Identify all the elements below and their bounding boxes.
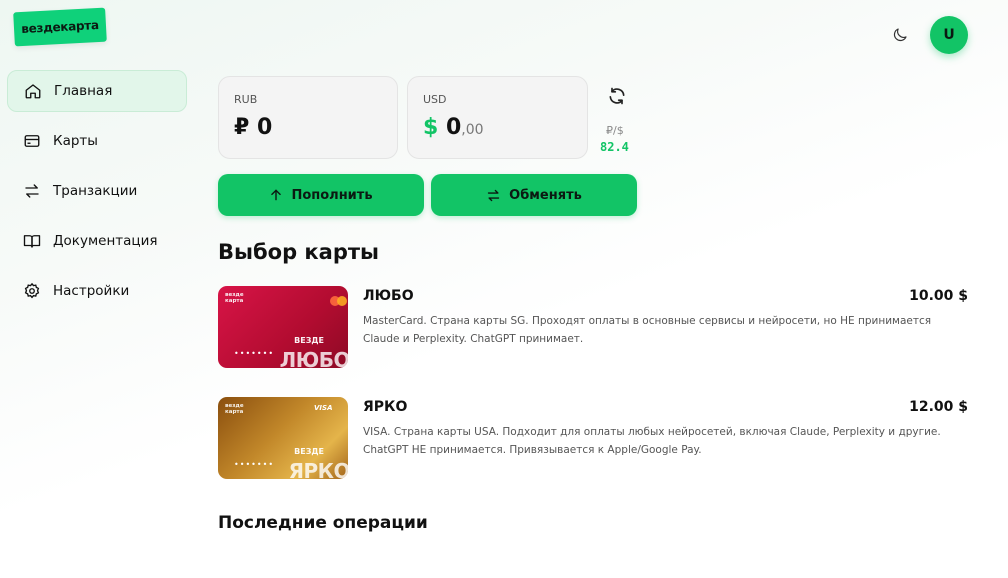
moon-icon[interactable] [890,25,910,45]
home-icon [25,84,41,99]
rub-balance-card: RUB ₽ 0 [218,76,398,159]
exchange-button[interactable]: Обменять [431,174,637,216]
card-description: VISA. Страна карты USA. Подходит для опл… [363,426,941,456]
avatar[interactable]: U [930,16,968,54]
sidebar-item-settings[interactable]: Настройки [7,270,187,312]
arrow-up-icon [271,189,282,201]
brand-logo[interactable]: вездекарта [13,7,107,47]
card-brand-small: везде карта [225,403,244,415]
mastercard-icon [328,293,347,307]
transfer-icon [25,184,39,198]
card-name: ЯРКО [363,399,408,415]
rub-symbol: ₽ [234,115,250,140]
rub-label: RUB [234,93,258,106]
book-icon [23,235,41,248]
rub-value: 0 [256,115,273,140]
usd-cents: ,00 [461,122,484,138]
sidebar-item-home[interactable]: Главная [7,70,187,112]
card-number-dots: ••••••• [234,349,275,358]
section-title: Выбор карты [218,240,380,264]
card-brand-small: везде карта [225,292,244,304]
rate-value: 82.4 [600,140,629,154]
card-price: 10.00 $ [909,288,968,304]
sidebar-item-label: Настройки [53,283,130,299]
card-name: ЛЮБО [363,288,414,304]
card-big-name: ЯРКО [288,459,348,479]
usd-label: USD [423,93,447,106]
card-big-name: ЛЮБО [279,348,348,368]
card-image-lyubo[interactable]: везде карта ВЕЗДЕ ••••••• ЛЮБО [218,286,348,368]
rub-amount: ₽ 0 [234,115,272,140]
visa-icon: VISA [314,404,333,412]
rate-label: ₽/$ [606,124,624,137]
usd-value: 0 [445,115,462,140]
sidebar-item-label: Главная [54,83,113,99]
exchange-label: Обменять [509,187,582,203]
sidebar-item-cards[interactable]: Карты [7,120,187,162]
usd-symbol: $ [423,115,439,140]
card-vezde-text: ВЕЗДЕ [294,336,324,345]
card-option-lyubo[interactable]: везде карта ВЕЗДЕ ••••••• ЛЮБО ЛЮБО 10.0… [218,286,968,370]
card-price: 12.00 $ [909,399,968,415]
card-icon [24,135,40,147]
transfer-icon [487,189,500,201]
topup-button[interactable]: Пополнить [218,174,424,216]
sidebar-item-label: Карты [53,133,98,149]
card-vezde-text: ВЕЗДЕ [294,447,324,456]
topup-label: Пополнить [291,187,373,203]
sidebar-item-docs[interactable]: Документация [7,220,187,262]
refresh-icon[interactable] [607,86,627,106]
card-number-dots: ••••••• [234,460,275,469]
usd-amount: $ 0,00 [423,115,484,140]
sidebar-item-label: Документация [53,233,158,249]
card-image-yarko[interactable]: везде карта VISA ВЕЗДЕ ••••••• ЯРКО [218,397,348,479]
recent-operations-title: Последние операции [218,513,428,533]
sidebar: Главная Карты Транзакции Документация На… [7,70,187,320]
sidebar-item-label: Транзакции [53,183,138,199]
sidebar-item-transactions[interactable]: Транзакции [7,170,187,212]
card-option-yarko[interactable]: везде карта VISA ВЕЗДЕ ••••••• ЯРКО ЯРКО… [218,397,968,481]
gear-icon [24,282,40,299]
card-description: MasterCard. Страна карты SG. Проходят оп… [363,315,932,345]
usd-balance-card: USD $ 0,00 [407,76,588,159]
header-controls: U [890,16,968,54]
